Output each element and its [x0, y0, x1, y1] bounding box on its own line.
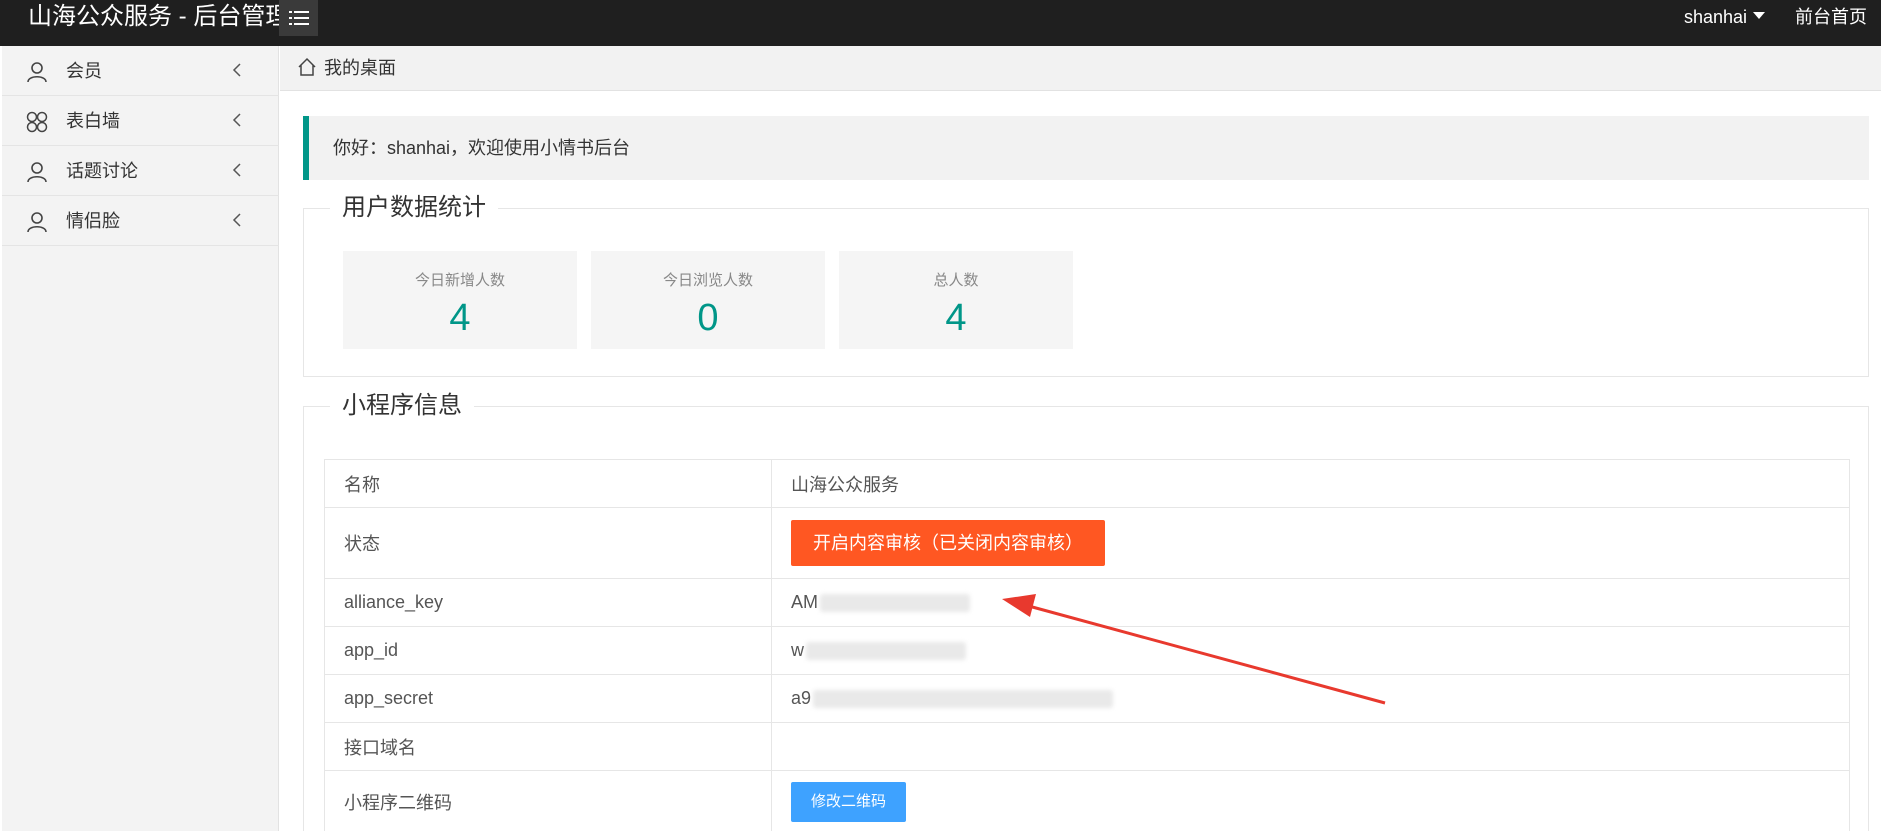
table-row: app_id w — [324, 626, 1850, 675]
row-value-cell: 修改二维码 — [771, 770, 1850, 831]
row-value-cell: AM — [771, 578, 1850, 627]
stat-value: 4 — [945, 297, 967, 339]
stat-card-total: 总人数 4 — [839, 251, 1073, 349]
mini-program-legend: 小程序信息 — [330, 389, 474, 423]
row-value-cell: a9 — [771, 674, 1850, 723]
row-value-cell: w — [771, 626, 1850, 675]
row-value-cell: 开启内容审核（已关闭内容审核） — [771, 507, 1850, 579]
stat-value: 4 — [449, 297, 471, 339]
alliance-key-value: AM — [791, 592, 818, 612]
sidebar-item-topics[interactable]: 话题讨论 — [2, 146, 279, 196]
user-icon — [27, 162, 47, 183]
app-id-value: w — [791, 640, 804, 660]
menu-toggle-button[interactable] — [279, 0, 318, 36]
stat-value: 0 — [697, 297, 719, 339]
row-value: 山海公众服务 — [771, 459, 1850, 508]
welcome-banner: 你好：shanhai，欢迎使用小情书后台 — [303, 116, 1869, 180]
mini-program-table: 名称 山海公众服务 状态 开启内容审核（已关闭内容审核） alliance_ke… — [324, 459, 1850, 831]
user-menu[interactable]: shanhai — [1684, 0, 1766, 34]
stat-card-views-today: 今日浏览人数 0 — [591, 251, 825, 349]
chevron-left-icon — [232, 213, 241, 227]
app-secret-value: a9 — [791, 688, 812, 708]
chevron-left-icon — [232, 163, 241, 177]
list-icon — [288, 11, 309, 25]
sidebar-item-label: 话题讨论 — [66, 161, 138, 181]
mini-program-panel: 小程序信息 名称 山海公众服务 状态 开启内容审核（已关闭内容审核） allia… — [303, 389, 1869, 831]
table-row: 名称 山海公众服务 — [324, 459, 1850, 508]
edit-qrcode-button[interactable]: 修改二维码 — [791, 781, 907, 822]
top-header: 山海公众服务 - 后台管理 shanhai 前台首页 — [0, 0, 1881, 46]
stat-title: 总人数 — [933, 272, 979, 289]
stat-title: 今日新增人数 — [414, 272, 505, 289]
row-key: app_secret — [324, 674, 772, 723]
breadcrumb: 我的桌面 — [280, 46, 1881, 91]
table-row: 状态 开启内容审核（已关闭内容审核） — [324, 507, 1850, 579]
user-icon — [27, 212, 47, 233]
app-title[interactable]: 山海公众服务 - 后台管理 — [28, 0, 289, 34]
caret-down-icon — [1753, 11, 1766, 19]
redacted-mask — [820, 594, 970, 613]
stat-card-new-today: 今日新增人数 4 — [343, 251, 577, 349]
front-home-link[interactable]: 前台首页 — [1795, 0, 1867, 34]
redacted-mask — [806, 642, 966, 661]
home-icon[interactable] — [297, 57, 317, 77]
row-key: 接口域名 — [324, 722, 772, 771]
row-key: alliance_key — [324, 578, 772, 627]
row-value — [771, 722, 1850, 771]
chevron-left-icon — [232, 113, 241, 127]
welcome-text: 你好：shanhai，欢迎使用小情书后台 — [333, 138, 631, 158]
redacted-mask — [813, 690, 1114, 709]
sidebar-item-label: 会员 — [66, 61, 102, 81]
table-row: 接口域名 — [324, 722, 1850, 771]
table-row: app_secret a9 — [324, 674, 1850, 723]
stats-panel: 用户数据统计 今日新增人数 4 今日浏览人数 0 总人数 4 — [303, 191, 1869, 377]
stat-title: 今日浏览人数 — [662, 272, 753, 289]
sidebar-item-couple-face[interactable]: 情侣脸 — [2, 196, 279, 246]
toggle-content-review-button[interactable]: 开启内容审核（已关闭内容审核） — [791, 520, 1105, 566]
user-icon — [27, 62, 47, 83]
table-row: alliance_key AM — [324, 578, 1850, 627]
sidebar-item-confession-wall[interactable]: 表白墙 — [2, 96, 279, 146]
chevron-left-icon — [232, 63, 241, 77]
sidebar-item-label: 表白墙 — [66, 111, 120, 131]
sidebar: 会员 表白墙 话题讨论 情侣脸 — [2, 46, 279, 831]
breadcrumb-current[interactable]: 我的桌面 — [324, 46, 396, 91]
row-key: 名称 — [324, 459, 772, 508]
sidebar-item-label: 情侣脸 — [66, 211, 120, 231]
stats-legend: 用户数据统计 — [330, 191, 498, 225]
username: shanhai — [1684, 7, 1748, 27]
row-key: 状态 — [324, 507, 772, 579]
table-row: 小程序二维码 修改二维码 — [324, 770, 1850, 831]
row-key: 小程序二维码 — [324, 770, 772, 831]
clover-icon — [26, 111, 48, 133]
sidebar-item-members[interactable]: 会员 — [2, 46, 279, 96]
row-key: app_id — [324, 626, 772, 675]
